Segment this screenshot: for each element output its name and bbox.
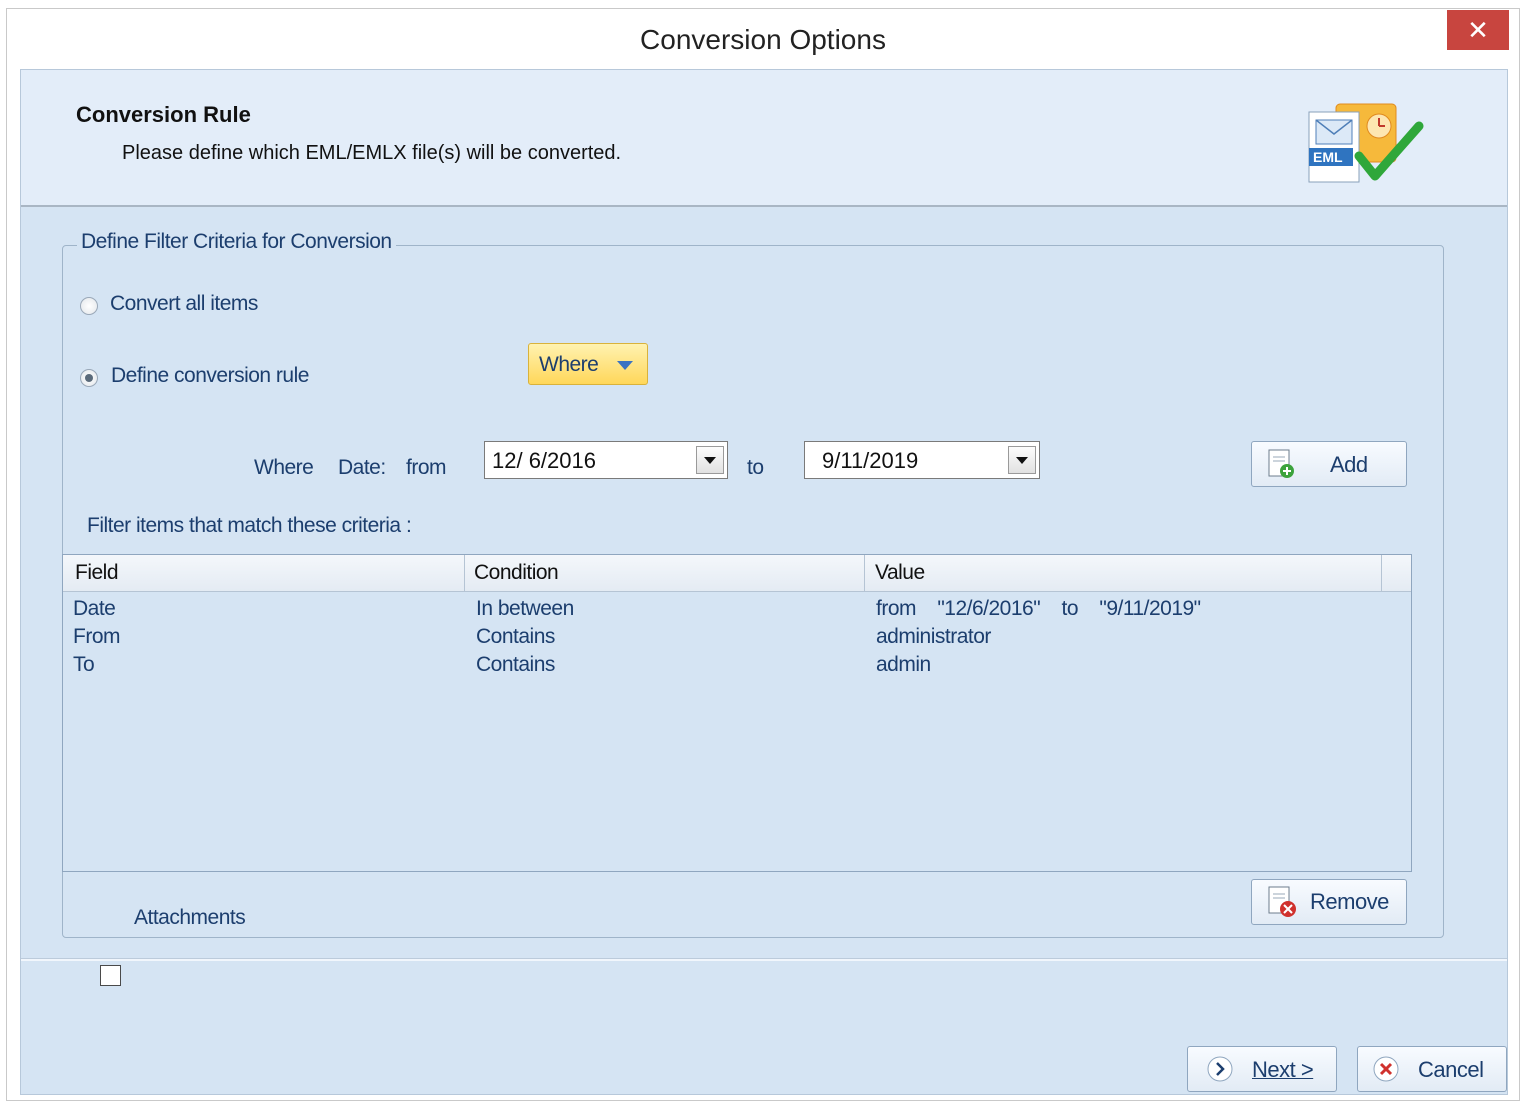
table-header: Field Condition Value — [63, 555, 1411, 592]
add-button[interactable]: Add — [1251, 441, 1407, 487]
header-band: Conversion Rule Please define which EML/… — [21, 70, 1507, 207]
eml-icon-text: EML — [1313, 149, 1343, 165]
dialog-client-area: Conversion Rule Please define which EML/… — [20, 69, 1508, 1095]
attachments-label[interactable]: Attachments — [134, 906, 246, 930]
chevron-right-icon — [1207, 1056, 1233, 1082]
where-dropdown-button[interactable]: Where — [528, 343, 648, 385]
where-button-label: Where — [539, 353, 599, 376]
remove-button-label: Remove — [1310, 889, 1389, 914]
convert-all-label[interactable]: Convert all items — [110, 292, 258, 316]
from-date-value: 12/ 6/2016 — [492, 448, 596, 473]
cell-condition: In between — [476, 597, 574, 620]
column-divider[interactable] — [464, 555, 465, 591]
filter-items-label: Filter items that match these criteria : — [87, 514, 412, 537]
add-button-label: Add — [1330, 452, 1368, 477]
next-button[interactable]: Next > — [1187, 1046, 1337, 1092]
table-row[interactable]: From Contains administrator — [63, 625, 1411, 653]
to-date-value: 9/11/2019 — [822, 448, 919, 473]
column-header-value[interactable]: Value — [875, 561, 925, 585]
column-divider[interactable] — [1381, 555, 1382, 591]
column-divider[interactable] — [864, 555, 865, 591]
remove-button[interactable]: Remove — [1251, 879, 1407, 925]
eml-conversion-icon: EML — [1308, 103, 1424, 183]
to-date-dropdown-icon[interactable] — [1008, 446, 1036, 474]
convert-all-radio[interactable] — [80, 297, 98, 315]
to-date-picker[interactable]: 9/11/2019 — [804, 441, 1040, 479]
section-title: Conversion Rule — [76, 102, 251, 127]
from-date-dropdown-icon[interactable] — [696, 446, 724, 474]
close-icon: ✕ — [1467, 15, 1489, 45]
section-subtitle: Please define which EML/EMLX file(s) wil… — [122, 142, 622, 164]
chevron-down-icon — [617, 361, 633, 370]
column-header-field[interactable]: Field — [75, 561, 119, 585]
attachments-checkbox[interactable] — [100, 965, 121, 986]
from-date-picker[interactable]: 12/ 6/2016 — [484, 441, 728, 479]
define-rule-label[interactable]: Define conversion rule — [111, 364, 309, 388]
remove-document-icon — [1268, 886, 1296, 917]
next-button-label: Next > — [1252, 1057, 1314, 1082]
table-row[interactable]: Date In between from "12/6/2016" to "9/1… — [63, 597, 1411, 625]
conversion-options-dialog: Conversion Options ✕ Conversion Rule Ple… — [6, 8, 1520, 1101]
add-document-icon — [1268, 449, 1294, 478]
criteria-from-label: from — [406, 456, 447, 479]
define-rule-radio[interactable] — [80, 369, 98, 387]
cell-value: from "12/6/2016" to "9/11/2019" — [876, 597, 1201, 620]
cell-field: From — [73, 625, 121, 648]
criteria-where-label: Where — [254, 456, 314, 479]
criteria-field-label: Date: — [338, 456, 386, 479]
cancel-icon — [1373, 1056, 1399, 1082]
cell-condition: Contains — [476, 653, 555, 676]
group-legend: Define Filter Criteria for Conversion — [77, 230, 396, 254]
column-header-condition[interactable]: Condition — [474, 561, 559, 585]
cancel-button[interactable]: Cancel — [1357, 1046, 1507, 1092]
criteria-to-label: to — [747, 456, 764, 479]
cell-field: To — [73, 653, 95, 676]
table-row[interactable]: To Contains admin — [63, 653, 1411, 681]
footer-divider — [21, 958, 1507, 961]
cell-value: admin — [876, 653, 931, 676]
filter-criteria-table[interactable]: Field Condition Value Date In between fr… — [62, 554, 1412, 872]
cell-value: administrator — [876, 625, 991, 648]
cancel-button-label: Cancel — [1418, 1057, 1484, 1082]
close-button[interactable]: ✕ — [1447, 10, 1509, 50]
window-title: Conversion Options — [640, 24, 886, 55]
cell-condition: Contains — [476, 625, 555, 648]
cell-field: Date — [73, 597, 116, 620]
